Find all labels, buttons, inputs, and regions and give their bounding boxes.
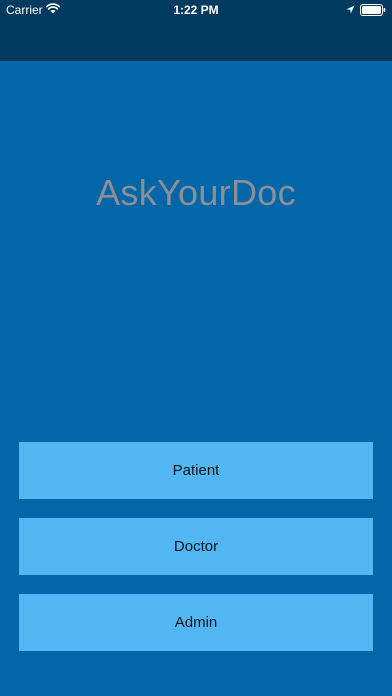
login-screen: Carrier 1:22 PM AskYourDoc Patient Docto…: [0, 0, 392, 696]
status-time: 1:22 PM: [173, 3, 219, 17]
battery-icon: [360, 4, 386, 16]
admin-button[interactable]: Admin: [19, 594, 373, 651]
doctor-button[interactable]: Doctor: [19, 518, 373, 575]
status-bar: Carrier 1:22 PM: [0, 0, 392, 20]
location-icon: [346, 5, 355, 14]
app-title: AskYourDoc: [96, 172, 296, 213]
patient-button[interactable]: Patient: [19, 442, 373, 499]
